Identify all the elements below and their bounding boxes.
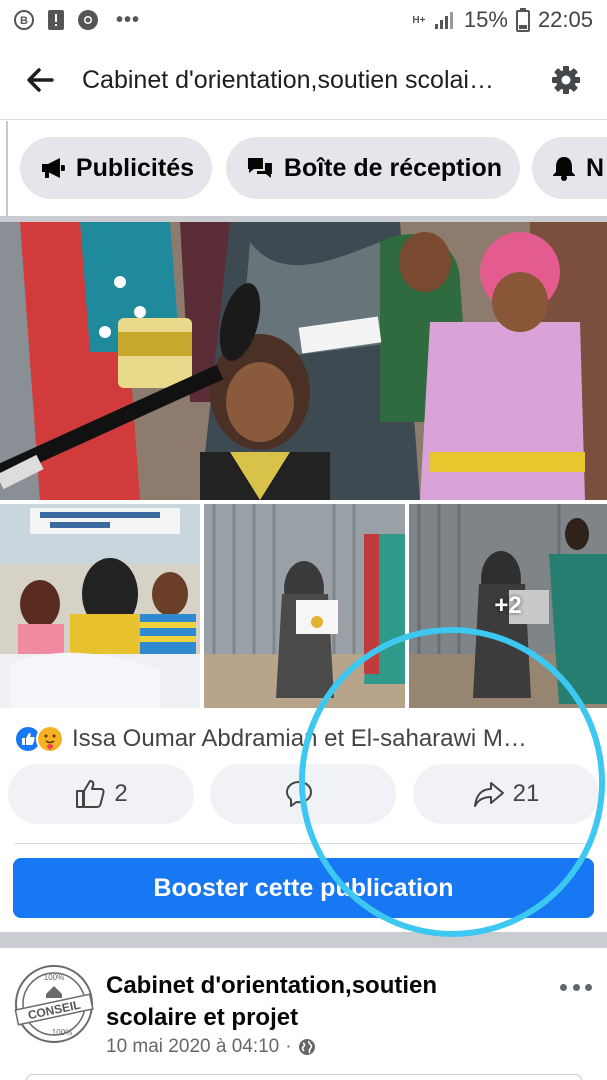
page-avatar[interactable]: CONSEIL 100% 100%: [14, 964, 94, 1044]
chip-row: Publicités Boîte de réception N: [0, 121, 607, 221]
svg-text:B: B: [20, 15, 28, 27]
page-name[interactable]: Cabinet d'orientation,soutien scolaire e…: [106, 970, 526, 1034]
share-button[interactable]: 21: [413, 764, 599, 824]
like-button[interactable]: 2: [8, 764, 194, 824]
care-reaction-icon: [36, 725, 64, 753]
chip-notifications[interactable]: N: [532, 137, 607, 199]
comment-icon: [286, 781, 312, 807]
post-timestamp[interactable]: 10 mai 2020 à 04:10: [106, 1036, 279, 1058]
chrome-icon: [76, 8, 100, 32]
b-badge-icon: B: [12, 8, 36, 32]
battery-icon: [515, 8, 530, 32]
clock: 22:05: [537, 7, 593, 32]
boost-post-button[interactable]: Booster cette publication: [13, 858, 594, 918]
signal-icon: [434, 12, 453, 29]
next-post: CONSEIL 100% 100% Cabinet d'orientation,…: [0, 948, 607, 1080]
globe-icon: [298, 1039, 315, 1055]
alert-icon: [44, 8, 68, 32]
post-preview-card: [26, 1074, 582, 1080]
reactions-summary[interactable]: Issa Oumar Abdramian et El-saharawi M…: [14, 722, 594, 756]
network-type: H+: [412, 14, 426, 26]
thumbs-up-icon: [76, 780, 105, 808]
bell-icon: [553, 157, 575, 181]
chip-label: Publicités: [75, 153, 194, 182]
feed-separator: [0, 932, 607, 948]
chip-label: N: [586, 153, 605, 182]
more-photos-count: +2: [494, 592, 522, 619]
chat-bubbles-icon: [247, 158, 272, 178]
page-title: Cabinet d'orientation,soutien scolai…: [82, 66, 494, 94]
gear-icon[interactable]: [550, 64, 582, 96]
post-options-icon[interactable]: [560, 984, 592, 996]
share-count: 21: [512, 780, 540, 807]
chip-ads[interactable]: Publicités: [20, 137, 212, 199]
like-count: 2: [114, 780, 128, 807]
battery-percent: 15%: [463, 7, 508, 32]
chip-inbox[interactable]: Boîte de réception: [226, 137, 520, 199]
more-dots-icon: •••: [116, 8, 141, 31]
logo-bottom-text: 100%: [52, 1028, 72, 1037]
page-header: Cabinet d'orientation,soutien scolai…: [0, 40, 607, 120]
divider: [14, 843, 594, 844]
reaction-names: Issa Oumar Abdramian et El-saharawi M…: [72, 725, 527, 752]
main-photo[interactable]: [0, 222, 607, 500]
photo-thumbnail[interactable]: [0, 504, 200, 708]
logo-top-text: 100%: [44, 973, 64, 982]
back-arrow-icon[interactable]: [22, 62, 58, 98]
megaphone-icon: [41, 158, 65, 178]
status-bar: B ••• H+ 15% 22:05: [0, 0, 607, 40]
share-arrow-icon: [473, 782, 504, 807]
photo-grid: +2: [0, 222, 607, 708]
photo-thumbnail-more[interactable]: +2: [409, 504, 607, 708]
comment-button[interactable]: [210, 764, 396, 824]
post-meta: 10 mai 2020 à 04:10 ·: [106, 1036, 316, 1058]
photo-thumbnail[interactable]: [204, 504, 405, 708]
post-actions: 2 21: [8, 764, 600, 824]
chip-label: Boîte de réception: [283, 153, 502, 182]
